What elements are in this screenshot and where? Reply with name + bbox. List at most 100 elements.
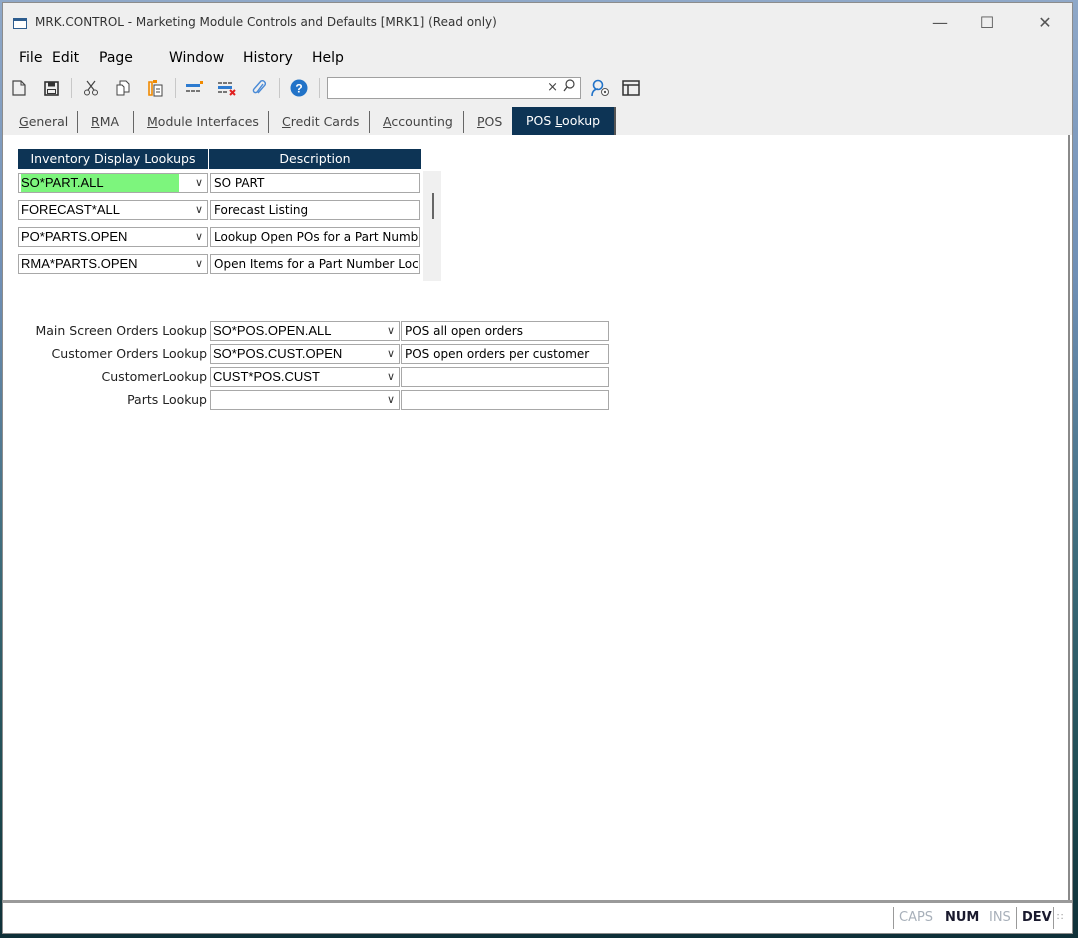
toolbar-separator — [175, 78, 176, 98]
status-separator — [1053, 907, 1054, 929]
insert-row-icon[interactable] — [185, 78, 205, 98]
maximize-button[interactable]: ☐ — [965, 9, 1009, 37]
tab-accel: G — [19, 114, 29, 129]
scrollbar-thumb[interactable] — [432, 193, 434, 219]
attachment-icon[interactable] — [249, 78, 269, 98]
paste-icon[interactable] — [145, 78, 165, 98]
toolbar-separator — [71, 78, 72, 98]
customer-orders-lookup-label: Customer Orders Lookup — [51, 346, 207, 361]
environment-indicator: DEV — [1022, 910, 1052, 925]
svg-text:?: ? — [295, 82, 302, 96]
toolbar: ? × — [3, 73, 1072, 103]
main-screen-orders-lookup-select[interactable]: SO*POS.OPEN.ALL ∨ — [210, 321, 400, 341]
tab-accel: C — [282, 114, 291, 129]
toolbar-separator — [319, 78, 320, 98]
status-separator — [893, 907, 894, 929]
tab-separator — [369, 111, 370, 133]
copy-icon[interactable] — [113, 78, 133, 98]
grid-scrollbar[interactable] — [423, 171, 441, 281]
inventory-lookup-select[interactable]: RMA*PARTS.OPEN ∨ — [18, 254, 208, 274]
cut-icon[interactable] — [81, 78, 101, 98]
menu-history[interactable]: History — [243, 50, 293, 66]
chevron-down-icon[interactable]: ∨ — [387, 368, 395, 386]
menu-page[interactable]: Page — [99, 50, 133, 66]
tab-accel: P — [477, 114, 485, 129]
tab-label: ccounting — [391, 114, 453, 129]
column-header-description: Description — [209, 149, 422, 169]
tab-label: odule Interfaces — [157, 114, 259, 129]
tab-pos[interactable]: POS — [469, 109, 510, 135]
inventory-lookup-select[interactable]: PO*PARTS.OPEN ∨ — [18, 227, 208, 247]
caps-lock-indicator: CAPS — [899, 910, 934, 925]
status-bar: CAPS NUM INS DEV ∷ — [3, 900, 1072, 933]
inventory-description-field[interactable]: Lookup Open POs for a Part Numb — [210, 227, 420, 247]
tab-accel: R — [91, 114, 100, 129]
main-screen-orders-description[interactable]: POS all open orders — [401, 321, 609, 341]
parts-lookup-description[interactable] — [401, 390, 609, 410]
help-icon[interactable]: ? — [289, 78, 309, 98]
chevron-down-icon[interactable]: ∨ — [387, 391, 395, 409]
menu-window[interactable]: Window — [169, 50, 224, 66]
menu-edit[interactable]: Edit — [52, 50, 79, 66]
select-value: SO*PART.ALL — [21, 174, 179, 192]
tab-separator — [77, 111, 78, 133]
chevron-down-icon[interactable]: ∨ — [195, 174, 203, 192]
tab-label: eneral — [28, 114, 69, 129]
minimize-button[interactable]: — — [918, 9, 962, 37]
insert-mode-indicator: INS — [989, 910, 1011, 925]
tab-accounting[interactable]: Accounting — [375, 109, 461, 135]
select-value: CUST*POS.CUST — [213, 369, 320, 384]
num-lock-indicator: NUM — [945, 910, 980, 925]
tab-separator — [463, 111, 464, 133]
inventory-lookup-select[interactable]: FORECAST*ALL ∨ — [18, 200, 208, 220]
chevron-down-icon[interactable]: ∨ — [195, 201, 203, 219]
chevron-down-icon[interactable]: ∨ — [195, 255, 203, 273]
inventory-lookup-select[interactable]: SO*PART.ALL ∨ — [18, 173, 208, 193]
tab-label: MA — [99, 114, 120, 129]
tab-general[interactable]: General — [11, 109, 76, 135]
customer-lookup-label: CustomerLookup — [101, 369, 207, 384]
resize-grip-icon[interactable]: ∷ — [1057, 908, 1063, 928]
inventory-description-field[interactable]: Forecast Listing — [210, 200, 420, 220]
menu-file[interactable]: File — [19, 50, 42, 66]
pos-lookup-panel: Inventory Display Lookups Description SO… — [3, 135, 1070, 903]
layout-icon[interactable] — [621, 78, 641, 98]
save-icon[interactable] — [41, 78, 61, 98]
delete-row-icon[interactable] — [217, 78, 237, 98]
tab-rma[interactable]: RMA — [83, 109, 127, 135]
tab-label: redit Cards — [290, 114, 360, 129]
inventory-description-field[interactable]: Open Items for a Part Number Loc — [210, 254, 420, 274]
clear-search-icon[interactable]: × — [547, 80, 558, 95]
close-button[interactable]: ✕ — [1023, 9, 1067, 37]
lookup-icon[interactable] — [591, 78, 611, 98]
customer-orders-description[interactable]: POS open orders per customer — [401, 344, 609, 364]
toolbar-separator — [279, 78, 280, 98]
customer-orders-lookup-select[interactable]: SO*POS.CUST.OPEN ∨ — [210, 344, 400, 364]
tab-module-interfaces[interactable]: Module Interfaces — [139, 109, 267, 135]
tab-label: ookup — [562, 113, 601, 128]
chevron-down-icon[interactable]: ∨ — [195, 228, 203, 246]
select-value: RMA*PARTS.OPEN — [21, 256, 138, 271]
tab-label: POS — [526, 113, 556, 128]
tab-credit-cards[interactable]: Credit Cards — [274, 109, 367, 135]
tab-accel: M — [147, 114, 158, 129]
chevron-down-icon[interactable]: ∨ — [387, 345, 395, 363]
menu-help[interactable]: Help — [312, 50, 344, 66]
new-document-icon[interactable] — [9, 78, 29, 98]
application-window: MRK.CONTROL - Marketing Module Controls … — [2, 2, 1073, 934]
select-value: FORECAST*ALL — [21, 202, 120, 217]
window-title: MRK.CONTROL - Marketing Module Controls … — [35, 15, 497, 29]
parts-lookup-select[interactable]: ∨ — [210, 390, 400, 410]
search-field[interactable]: × — [327, 77, 581, 99]
tab-label: OS — [484, 114, 503, 129]
search-input[interactable] — [331, 79, 535, 99]
tab-separator — [133, 111, 134, 133]
search-icon[interactable] — [563, 79, 575, 97]
customer-lookup-description[interactable] — [401, 367, 609, 387]
inventory-description-field[interactable]: SO PART — [210, 173, 420, 193]
status-separator — [1016, 907, 1017, 929]
customer-lookup-select[interactable]: CUST*POS.CUST ∨ — [210, 367, 400, 387]
chevron-down-icon[interactable]: ∨ — [387, 322, 395, 340]
tab-bar: General RMA Module Interfaces Credit Car… — [3, 103, 1072, 135]
tab-pos-lookup[interactable]: POS Lookup — [512, 107, 617, 135]
